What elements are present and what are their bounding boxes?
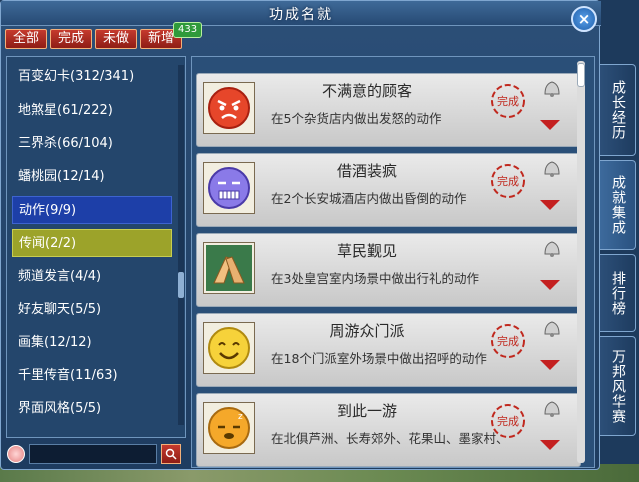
sidebar-scrollbar-track[interactable] — [178, 65, 184, 425]
close-icon: × — [577, 10, 591, 28]
tab-growth-history[interactable]: 成长经历 — [600, 64, 636, 156]
achievement-name: 借酒装疯 — [336, 162, 397, 180]
bell-icon[interactable] — [541, 318, 563, 338]
expand-arrow-icon[interactable] — [538, 438, 562, 452]
window-title: 功成名就 — [269, 7, 333, 23]
achievement-desc: 在18个门派室外场景中做出招呼的动作 — [271, 351, 487, 366]
search-icon — [165, 448, 177, 460]
category-sidebar: 百变幻卡(312/341) 地煞星(61/222) 三界杀(66/104) 蟠桃… — [6, 56, 186, 438]
expand-arrow-icon[interactable] — [538, 198, 562, 212]
completed-seal-icon: 完成 — [491, 404, 525, 438]
title-bar[interactable]: 功成名就 — [1, 1, 601, 26]
new-count-badge: 433 — [173, 22, 203, 38]
filter-undone-button[interactable]: 未做 — [95, 29, 137, 49]
seal-text: 完成 — [497, 414, 519, 428]
category-item[interactable]: 三界杀(66/104) — [12, 130, 172, 158]
svg-text:z: z — [238, 412, 243, 422]
seal-text: 完成 — [497, 174, 519, 188]
list-scrollbar-thumb[interactable] — [577, 63, 585, 87]
achievement-card[interactable]: 草民觐见 在3处皇宫室内场景中做出行礼的动作 — [196, 233, 581, 307]
category-item[interactable]: 蟠桃园(12/14) — [12, 163, 172, 191]
bell-icon[interactable] — [541, 238, 563, 258]
seal-text: 完成 — [497, 94, 519, 108]
achievement-desc: 在北俱芦洲、长寿郊外、花果山、墨家村、 — [271, 431, 509, 446]
sleepy-face-icon: z — [208, 407, 250, 449]
angry-face-icon — [208, 87, 250, 129]
search-input[interactable] — [29, 444, 157, 464]
seal-text: 完成 — [497, 334, 519, 348]
category-item[interactable]: 频道发言(4/4) — [12, 263, 172, 291]
tab-achievement-collection[interactable]: 成就集成 — [600, 160, 636, 250]
achievement-window: 功成名就 全部 完成 未做 新增 433 百变幻卡(312/341) 地煞星(6… — [0, 0, 601, 470]
dizzy-face-icon — [208, 167, 250, 209]
sidebar-scrollbar-thumb[interactable] — [178, 272, 184, 298]
category-item[interactable]: 好友聊天(5/5) — [12, 296, 172, 324]
category-item[interactable]: 画集(12/12) — [12, 329, 172, 357]
achievement-card[interactable]: 借酒装疯 在2个长安城酒店内做出昏倒的动作 完成 — [196, 153, 581, 227]
achievement-name: 到此一游 — [336, 402, 397, 420]
bell-icon[interactable] — [541, 158, 563, 178]
category-item[interactable]: 千里传音(11/63) — [12, 362, 172, 390]
achievement-name: 周游众门派 — [329, 322, 405, 340]
list-scrollbar-track[interactable] — [577, 61, 585, 463]
smile-face-icon — [208, 327, 250, 369]
achievement-card[interactable]: z 到此一游 在北俱芦洲、长寿郊外、花果山、墨家村、 完成 — [196, 393, 581, 467]
achievement-name: 草民觐见 — [336, 242, 397, 260]
achievement-icon-frame: z — [203, 402, 255, 454]
search-button[interactable] — [161, 444, 181, 464]
bell-icon[interactable] — [541, 78, 563, 98]
category-item-highlighted[interactable]: 传闻(2/2) — [12, 229, 172, 257]
close-button[interactable]: × — [571, 6, 597, 32]
achievement-icon-frame — [203, 82, 255, 134]
achievement-desc: 在2个长安城酒店内做出昏倒的动作 — [271, 191, 467, 206]
achievement-desc: 在3处皇宫室内场景中做出行礼的动作 — [271, 271, 479, 286]
tab-wanbang-contest[interactable]: 万邦风华赛 — [600, 336, 636, 436]
completed-seal-icon: 完成 — [491, 164, 525, 198]
expand-arrow-icon[interactable] — [538, 358, 562, 372]
peach-icon — [7, 445, 25, 463]
category-item[interactable]: 地煞星(61/222) — [12, 97, 172, 125]
category-item[interactable]: 百变幻卡(312/341) — [12, 63, 172, 91]
filter-done-button[interactable]: 完成 — [50, 29, 92, 49]
achievement-icon-frame — [203, 242, 255, 294]
achievement-list: 不满意的顾客 在5个杂货店内做出发怒的动作 完成 借酒装疯 在2个长安城酒店内做… — [191, 56, 595, 468]
bell-icon[interactable] — [541, 398, 563, 418]
achievement-card[interactable]: 周游众门派 在18个门派室外场景中做出招呼的动作 完成 — [196, 313, 581, 387]
achievement-desc: 在5个杂货店内做出发怒的动作 — [271, 111, 442, 126]
completed-seal-icon: 完成 — [491, 324, 525, 358]
achievement-name: 不满意的顾客 — [321, 82, 412, 100]
tab-leaderboard[interactable]: 排行榜 — [600, 254, 636, 332]
achievement-icon-frame — [203, 322, 255, 374]
category-item-selected[interactable]: 动作(9/9) — [12, 196, 172, 224]
expand-arrow-icon[interactable] — [538, 278, 562, 292]
salute-hands-icon — [206, 245, 252, 291]
expand-arrow-icon[interactable] — [538, 118, 562, 132]
achievement-icon-frame — [203, 162, 255, 214]
achievement-card[interactable]: 不满意的顾客 在5个杂货店内做出发怒的动作 完成 — [196, 73, 581, 147]
completed-seal-icon: 完成 — [491, 84, 525, 118]
category-item[interactable]: 界面风格(5/5) — [12, 395, 172, 423]
filter-all-button[interactable]: 全部 — [5, 29, 47, 49]
